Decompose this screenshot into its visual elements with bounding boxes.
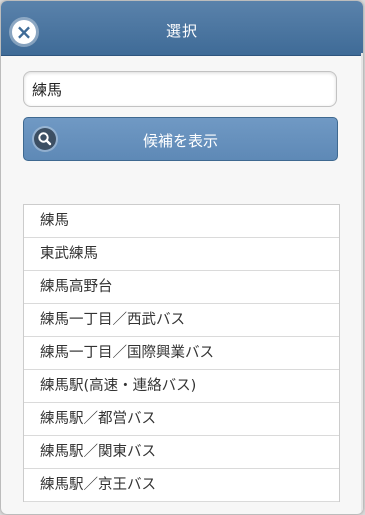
list-item[interactable]: 練馬 bbox=[24, 205, 339, 238]
list-item[interactable]: 練馬一丁目／国際興業バス bbox=[24, 337, 339, 370]
search-input[interactable] bbox=[23, 71, 337, 107]
list-item[interactable]: 練馬高野台 bbox=[24, 271, 339, 304]
list-item[interactable]: 練馬駅／関東バス bbox=[24, 436, 339, 469]
dialog-header: × 選択 bbox=[1, 1, 363, 56]
dialog-title: 選択 bbox=[165, 22, 198, 40]
list-item[interactable]: 練馬駅／京王バス bbox=[24, 469, 339, 502]
list-item[interactable]: 練馬駅(高速・連絡バス) bbox=[24, 370, 339, 403]
list-item[interactable]: 東武練馬 bbox=[24, 238, 339, 271]
select-dialog: × 選択 候補を表示 練馬 東武練馬 練馬高野台 練馬一丁目／西武バス 練馬一丁… bbox=[1, 1, 363, 514]
list-item[interactable]: 練馬駅／都営バス bbox=[24, 403, 339, 436]
result-list: 練馬 東武練馬 練馬高野台 練馬一丁目／西武バス 練馬一丁目／国際興業バス 練馬… bbox=[23, 204, 340, 502]
show-candidates-label: 候補を表示 bbox=[142, 132, 218, 150]
show-candidates-button[interactable]: 候補を表示 bbox=[23, 117, 338, 161]
list-item[interactable]: 練馬一丁目／西武バス bbox=[24, 304, 339, 337]
scroll-edge bbox=[361, 53, 363, 513]
